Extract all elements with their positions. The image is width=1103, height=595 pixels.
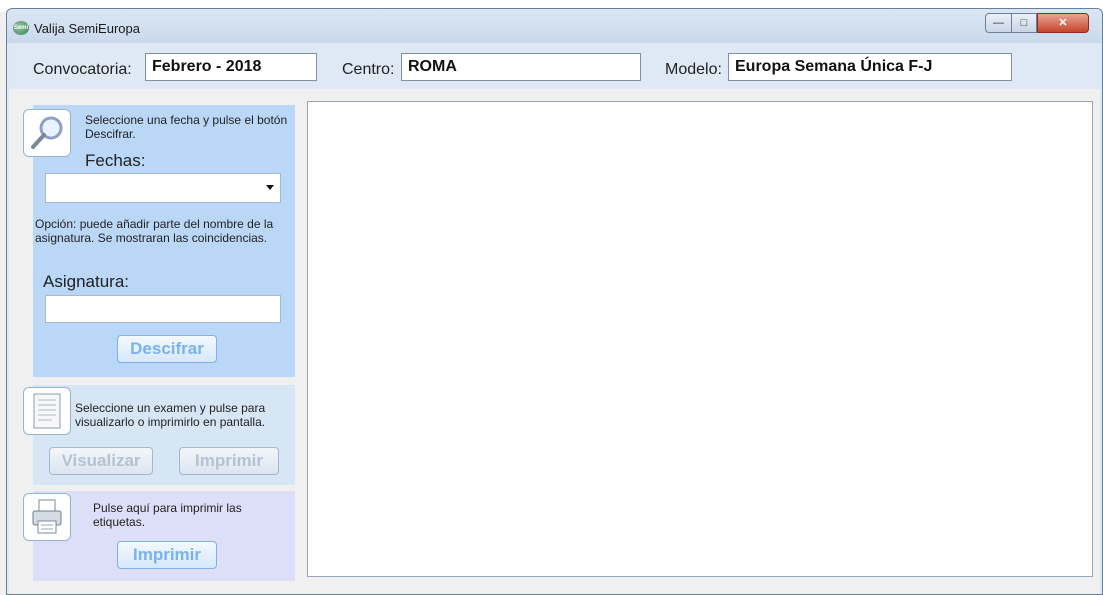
centro-value: ROMA — [401, 53, 641, 81]
maximize-button[interactable]: □ — [1011, 13, 1037, 33]
document-icon — [23, 387, 71, 435]
asignatura-input[interactable] — [45, 295, 281, 323]
printer-icon — [23, 493, 71, 541]
info-row: Convocatoria: Febrero - 2018 Centro: ROM… — [9, 43, 1100, 89]
exam-viewer[interactable] — [307, 101, 1093, 577]
visualizar-button[interactable]: Visualizar — [49, 447, 153, 475]
asignatura-label: Asignatura: — [43, 272, 129, 291]
magnifier-icon — [23, 109, 71, 157]
descifrar-button[interactable]: Descifrar — [117, 335, 217, 363]
maximize-icon: □ — [1020, 17, 1028, 29]
decrypt-instructions: Seleccione una fecha y pulse el botón De… — [85, 113, 288, 141]
centro-label: Centro: — [342, 61, 395, 78]
convocatoria-value: Febrero - 2018 — [145, 53, 317, 81]
app-icon: Semi — [13, 21, 29, 35]
labels-instructions: Pulse aquí para imprimir las etiquetas. — [93, 501, 242, 529]
decrypt-panel: Seleccione una fecha y pulse el botón De… — [23, 105, 295, 377]
minimize-button[interactable]: — — [985, 13, 1012, 33]
minimize-icon: — — [993, 17, 1004, 29]
exam-instructions: Seleccione un examen y pulse para visual… — [75, 401, 266, 429]
close-icon: ✕ — [1058, 17, 1068, 29]
modelo-value: Europa Semana Única F-J — [728, 53, 1012, 81]
fechas-dropdown[interactable] — [45, 173, 281, 203]
title-bar[interactable]: Semi Valija SemiEuropa — □ ✕ — [7, 9, 1102, 43]
imprimir-labels-button[interactable]: Imprimir — [117, 541, 217, 569]
app-window: Semi Valija SemiEuropa — □ ✕ Convocatori… — [6, 8, 1103, 595]
labels-panel: Pulse aquí para imprimir las etiquetas. … — [23, 491, 295, 581]
window-title: Valija SemiEuropa — [34, 21, 140, 36]
fechas-label: Fechas: — [85, 151, 146, 170]
asignatura-option-text: Opción: puede añadir parte del nombre de… — [35, 217, 274, 245]
modelo-label: Modelo: — [665, 61, 722, 78]
imprimir-exam-button[interactable]: Imprimir — [179, 447, 279, 475]
close-button[interactable]: ✕ — [1037, 13, 1089, 33]
chevron-down-icon — [266, 185, 274, 190]
exam-panel: Seleccione un examen y pulse para visual… — [23, 385, 295, 485]
convocatoria-label: Convocatoria: — [33, 61, 132, 78]
client-area: Convocatoria: Febrero - 2018 Centro: ROM… — [9, 43, 1100, 594]
